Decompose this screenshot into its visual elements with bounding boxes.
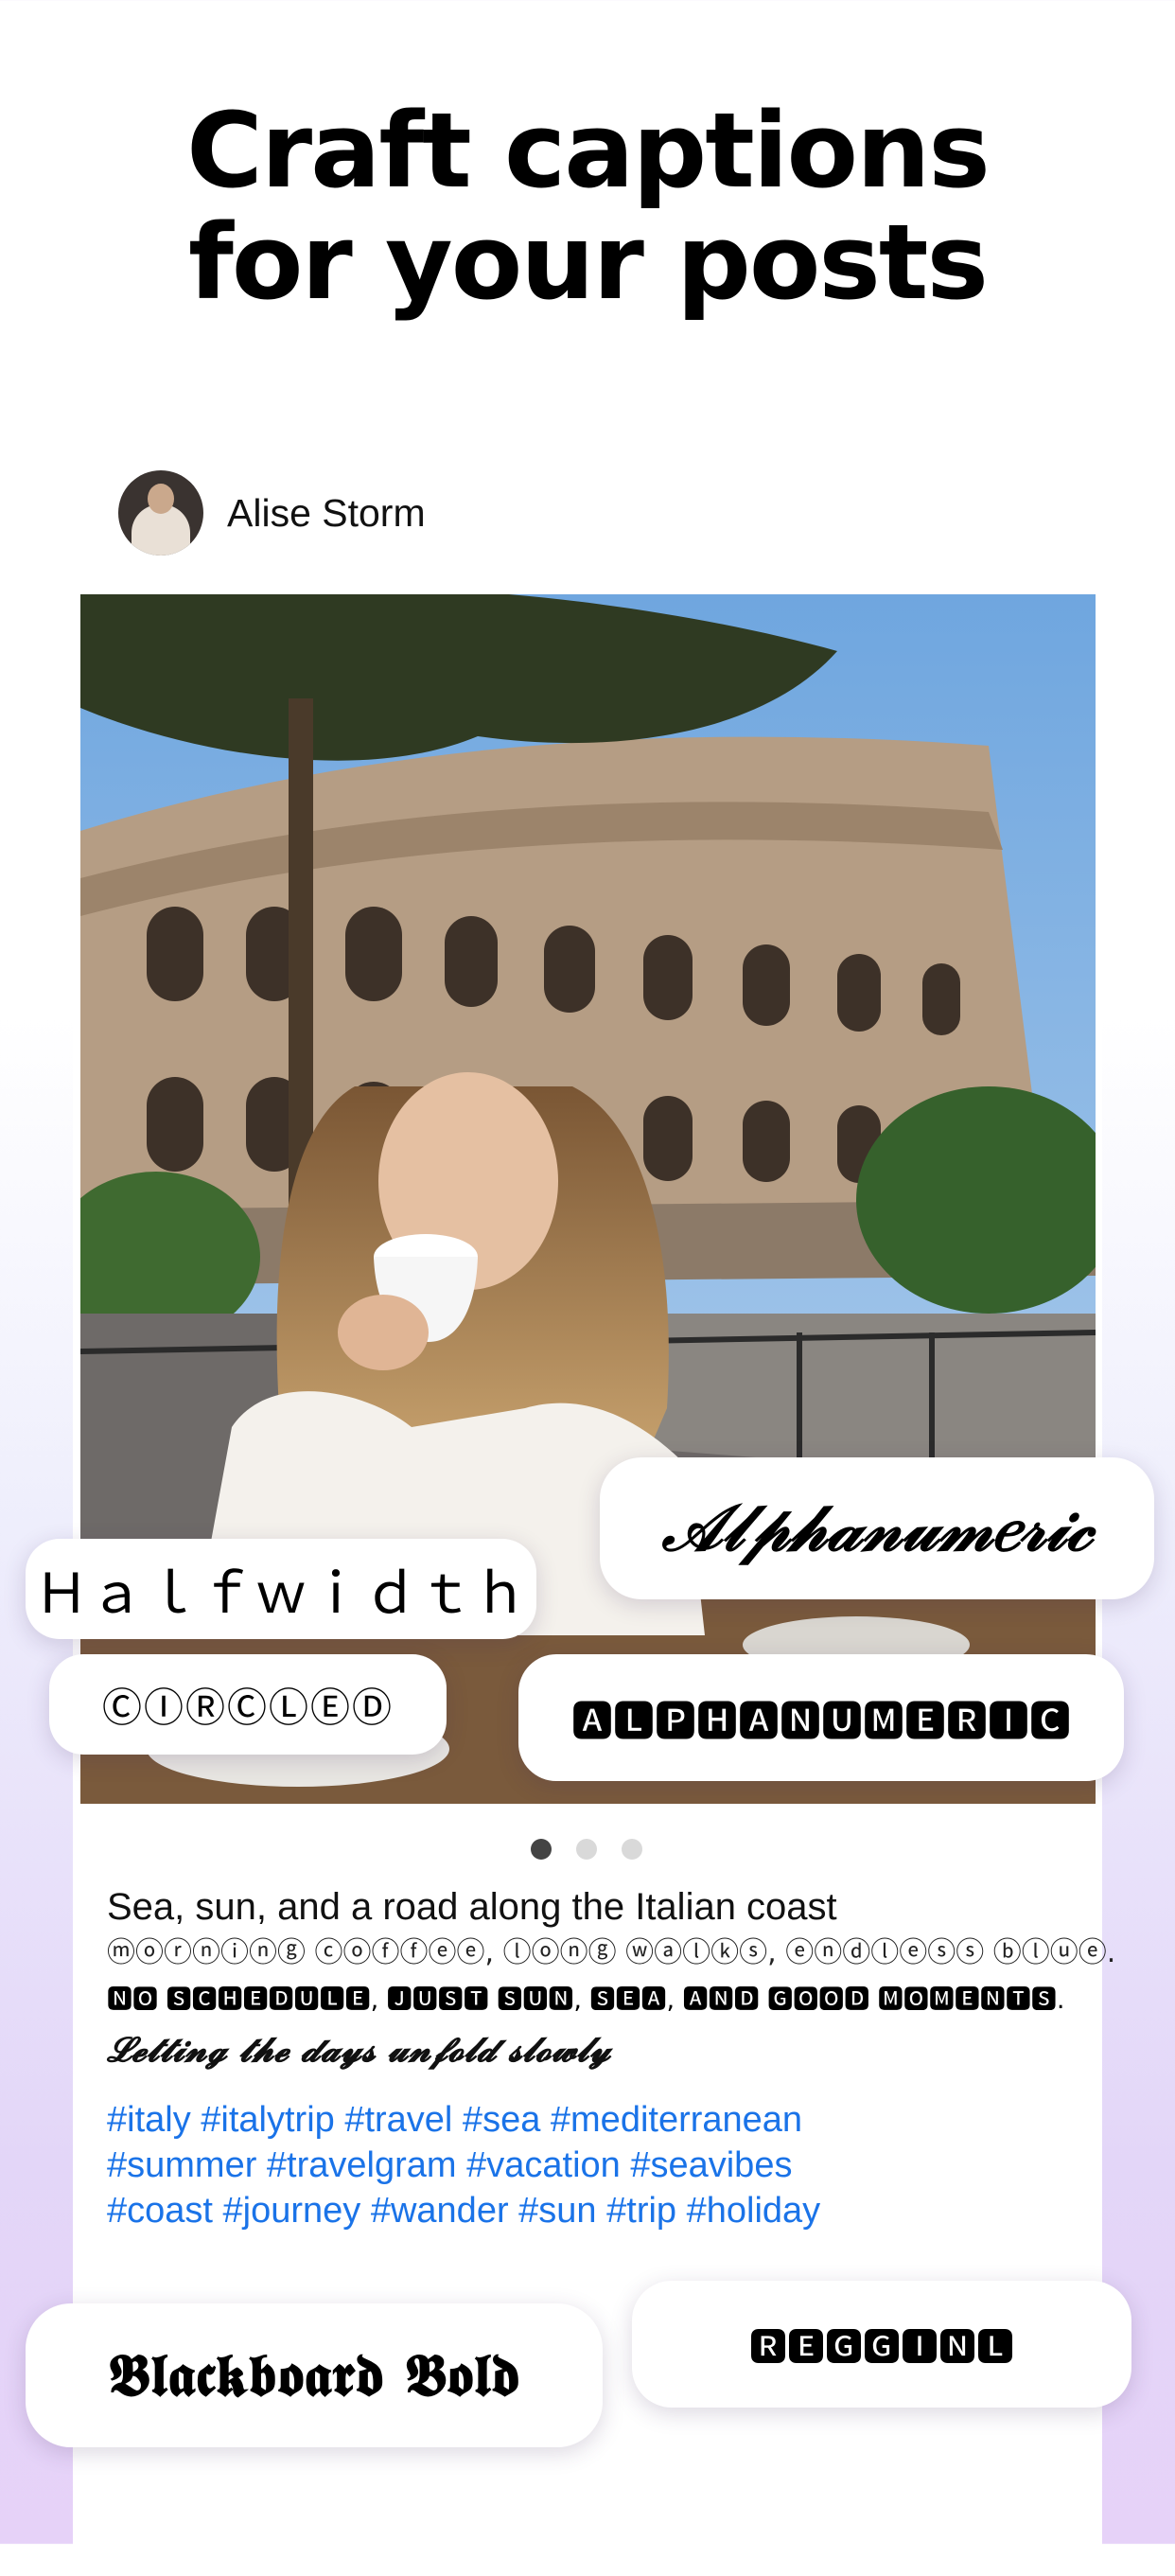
post-caption: Sea, sun, and a road along the Italian c… (107, 1883, 1116, 2074)
avatar[interactable] (118, 470, 203, 556)
hashtag-line[interactable]: #italy #italytrip #travel #sea #mediterr… (107, 2097, 1091, 2143)
font-chip-alphanumeric-script[interactable]: 𝒜𝓁𝓅𝒽𝒶𝓃𝓊𝓂𝑒𝓇𝒾𝒸 (600, 1457, 1154, 1599)
font-chip-alphanumeric-negative-label: 🅰🅻🅿🅷🅰🅽🆄🅼🅴🆁🅸🅲 (571, 1698, 1071, 1746)
caption-line-3: 🅽🅾 🆂🅲🅷🅴🅳🆄🅻🅴, 🅹🆄🆂🆃 🆂🆄🅽, 🆂🅴🅰, 🅰🅽🅳 🅶🅾🅾🅳 🅼🅾🅼… (107, 1985, 1065, 2015)
font-chip-blackboard-bold-label: 𝕭𝖑𝖆𝖈𝖐𝖇𝖔𝖆𝖗𝖉 𝕭𝖔𝖑𝖉 (108, 2340, 520, 2409)
headline-line-2: for your posts (188, 202, 989, 323)
font-chip-halfwidth-label: Ｈａｌｆｗｉｄｔｈ (33, 1567, 528, 1630)
font-chip-circled[interactable]: ⒸⒾⓇⒸⓁⒺⒹ (49, 1654, 447, 1755)
font-chip-circled-label: ⒸⒾⓇⒸⓁⒺⒹ (101, 1684, 394, 1731)
caption-line-1: Sea, sun, and a road along the Italian c… (107, 1886, 837, 1928)
hashtag-line[interactable]: #summer #travelgram #vacation #seavibes (107, 2143, 1091, 2188)
caption-line-4: 𝓛𝓮𝓽𝓽𝓲𝓷𝓰 𝓽𝓱𝓮 𝓭𝓪𝔂𝓼 𝓾𝓷𝓯𝓸𝓵𝓭 𝓼𝓵𝓸𝔀𝓵𝔂 (107, 2030, 611, 2070)
caption-line-2: ⓜⓞⓡⓝⓘⓝⓖ ⓒⓞⓕⓕⓔⓔ, ⓛⓞⓝⓖ ⓦⓐⓛⓚⓢ, ⓔⓝⓓⓛⓔⓢⓢ ⓑⓛⓤⓔ… (107, 1936, 1116, 1969)
font-chip-blackboard-bold[interactable]: 𝕭𝖑𝖆𝖈𝖐𝖇𝖔𝖆𝖗𝖉 𝕭𝖔𝖑𝖉 (26, 2303, 603, 2447)
headline-line-1: Craft captions (186, 90, 991, 211)
font-chip-squared-negative[interactable]: 🆁🅴🅶🅶🅸🅽🅻 (632, 2281, 1131, 2408)
post-header: Alise Storm (118, 470, 426, 556)
font-chip-squared-negative-label: 🆁🅴🅶🅶🅸🅽🅻 (749, 2326, 1014, 2370)
font-chip-alphanumeric-script-label: 𝒜𝓁𝓅𝒽𝒶𝓃𝓊𝓂𝑒𝓇𝒾𝒸 (661, 1490, 1093, 1566)
carousel-dot-1[interactable] (531, 1839, 552, 1860)
headline: Craft captions for your posts (0, 95, 1175, 318)
carousel-dot-2[interactable] (576, 1839, 597, 1860)
hashtags[interactable]: #italy #italytrip #travel #sea #mediterr… (107, 2097, 1091, 2233)
username[interactable]: Alise Storm (227, 491, 426, 536)
font-chip-halfwidth[interactable]: Ｈａｌｆｗｉｄｔｈ (26, 1539, 536, 1639)
font-chip-alphanumeric-negative[interactable]: 🅰🅻🅿🅷🅰🅽🆄🅼🅴🆁🅸🅲 (518, 1654, 1124, 1781)
carousel-dot-3[interactable] (622, 1839, 642, 1860)
carousel-dots[interactable] (531, 1839, 642, 1860)
hashtag-line[interactable]: #coast #journey #wander #sun #trip #holi… (107, 2188, 1091, 2233)
